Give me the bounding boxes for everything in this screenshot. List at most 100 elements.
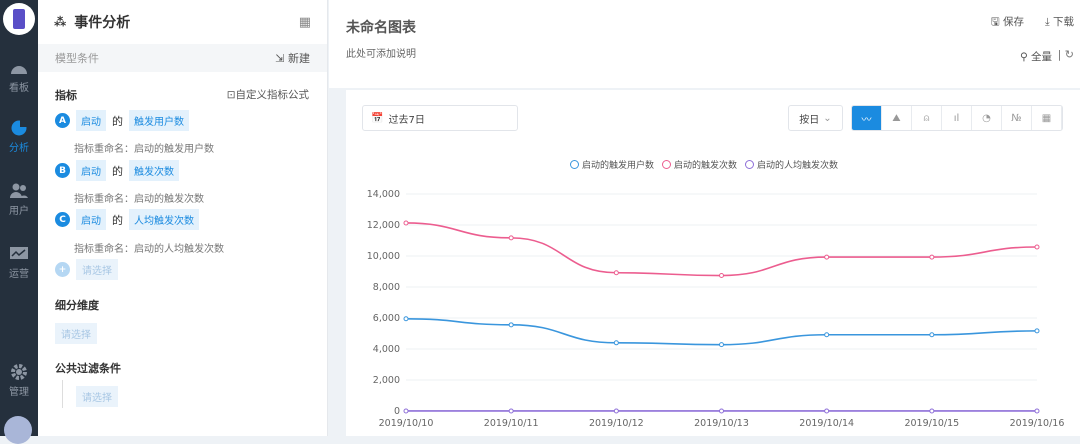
download-button[interactable]: ⤓ 下载 [1045, 14, 1074, 29]
line-chart-icon[interactable]: 〰 [852, 106, 882, 130]
download-label: 下载 [1053, 16, 1074, 28]
metric-b: B 启动的触发次数 [55, 160, 179, 181]
legend-label: 启动的触发次数 [674, 161, 738, 171]
area-chart-icon[interactable]: ⛰ [882, 106, 912, 130]
custom-formula-link[interactable]: ⊡自定义指标公式 [227, 87, 309, 102]
data-point [508, 235, 514, 241]
event-select[interactable]: 启动 [76, 110, 106, 131]
pie-chart-type-icon[interactable]: ◔ [972, 106, 1002, 130]
nav-analysis[interactable]: 分析 [0, 120, 38, 154]
nav-operations[interactable]: 运营 [0, 246, 38, 280]
nav-label: 用户 [9, 206, 29, 217]
table-icon[interactable]: ▦ [1032, 106, 1062, 130]
save-button[interactable]: 🖫 保存 [991, 14, 1024, 32]
new-icon: ⇲ [275, 52, 288, 65]
nav-label: 运营 [9, 269, 29, 280]
gauge-icon [11, 66, 27, 74]
data-point [824, 254, 830, 260]
x-tick-label: 2019/10/16 [1010, 418, 1065, 429]
metric-rename[interactable]: 指标重命名：启动的触发用户数 [74, 140, 214, 155]
monitor-chart-icon [10, 247, 28, 259]
grid-icon[interactable]: ▦ [299, 15, 311, 30]
y-tick-label: 8,000 [373, 282, 400, 293]
x-tick-label: 2019/10/10 [379, 418, 434, 429]
granularity-select[interactable]: 按日 ⌄ [788, 105, 843, 131]
nav-label: 分析 [9, 143, 29, 154]
event-select[interactable]: 启动 [76, 160, 106, 181]
chart-description[interactable]: 此处可添加说明 [346, 45, 416, 60]
app-logo[interactable] [3, 3, 35, 35]
measure-select[interactable]: 触发次数 [129, 160, 179, 181]
breakdown-select[interactable]: 请选择 [55, 323, 97, 344]
metric-letter: A [55, 113, 70, 128]
save-icon: 🖫 [990, 16, 1003, 28]
download-icon: ⤓ [1045, 16, 1053, 28]
y-tick-label: 12,000 [367, 220, 400, 231]
funnel-chart-icon[interactable]: ⍝ [912, 106, 942, 130]
measure-select[interactable]: 人均触发次数 [129, 209, 199, 230]
config-panel: ⁂ 事件分析 ▦ 模型条件 ⇲ 新建 指标 ⊡自定义指标公式 A 启动的触发用户数 指标… [38, 0, 328, 436]
legend-label: 启动的人均触发次数 [757, 161, 839, 171]
line-chart: 0 2,000 4,000 6,000 8,000 10,000 12,000 14,000 2… [367, 189, 1065, 429]
chart-title[interactable]: 未命名图表 [346, 17, 416, 37]
x-tick-label: 2019/10/11 [484, 418, 539, 429]
date-range-picker[interactable]: 📅 过去7日 [362, 105, 518, 131]
data-point [613, 340, 619, 346]
metrics-heading: 指标 [55, 89, 77, 102]
formula-icon: ⊡ [226, 89, 236, 101]
data-point [1034, 408, 1040, 414]
y-tick-label: 14,000 [367, 189, 400, 200]
data-point [719, 273, 724, 279]
nav-label: 管理 [9, 387, 29, 398]
metric-letter: C [55, 212, 70, 227]
filter-select[interactable]: 请选择 [76, 386, 118, 407]
fullscreen-button[interactable]: ⚲ 全量 [1020, 49, 1052, 64]
nav-users[interactable]: 用户 [0, 183, 38, 217]
nav-dashboard[interactable]: 看板 [0, 60, 38, 94]
refresh-icon[interactable]: | ↻ [1058, 48, 1074, 61]
add-metric-select[interactable]: 请选择 [76, 259, 118, 280]
cursor-click-icon: ⁂ [54, 15, 67, 29]
new-button[interactable]: ⇲ 新建 [275, 50, 310, 66]
metric-a: A 启动的触发用户数 [55, 110, 189, 131]
model-conditions-label: 模型条件 [55, 52, 99, 65]
of-label: 的 [112, 213, 123, 227]
metric-rename[interactable]: 指标重命名：启动的人均触发次数 [74, 240, 224, 255]
metric-rename[interactable]: 指标重命名：启动的触发次数 [74, 190, 204, 205]
data-point [403, 408, 409, 414]
data-point [929, 254, 935, 260]
number-chart-icon[interactable]: № [1002, 106, 1032, 130]
of-label: 的 [112, 114, 123, 128]
series-line [405, 317, 1038, 346]
chevron-down-icon: ⌄ [823, 112, 832, 124]
data-point [719, 342, 724, 348]
data-point [929, 332, 935, 338]
x-tick-label: 2019/10/13 [694, 418, 749, 429]
granularity-label: 按日 [799, 114, 820, 126]
legend-item[interactable]: 启动的触发次数 [662, 158, 737, 171]
date-range-label: 过去7日 [388, 114, 425, 126]
add-metric[interactable]: + 请选择 [55, 259, 118, 280]
legend-item[interactable]: 启动的人均触发次数 [745, 158, 838, 171]
custom-formula-label: 自定义指标公式 [235, 89, 310, 101]
legend-item[interactable]: 启动的触发用户数 [570, 158, 654, 171]
nav-admin[interactable]: 管理 [0, 364, 38, 398]
measure-select[interactable]: 触发用户数 [129, 110, 189, 131]
gear-icon [11, 364, 27, 380]
data-point [613, 270, 619, 276]
event-select[interactable]: 启动 [76, 209, 106, 230]
save-label: 保存 [1003, 16, 1024, 28]
pie-chart-icon [11, 120, 27, 136]
new-label: 新建 [288, 52, 310, 65]
series-line [405, 222, 1038, 277]
fullscreen-label: 全量 [1031, 51, 1052, 63]
bar-chart-icon[interactable]: ıl [942, 106, 972, 130]
user-avatar[interactable] [4, 416, 32, 444]
data-point [1034, 328, 1040, 334]
y-tick-label: 2,000 [373, 375, 400, 386]
search-icon: ⚲ [1019, 51, 1031, 63]
breakdown-heading: 细分维度 [55, 299, 99, 312]
calendar-icon: 📅 [371, 112, 384, 124]
data-point [929, 408, 935, 414]
users-icon [10, 183, 28, 198]
